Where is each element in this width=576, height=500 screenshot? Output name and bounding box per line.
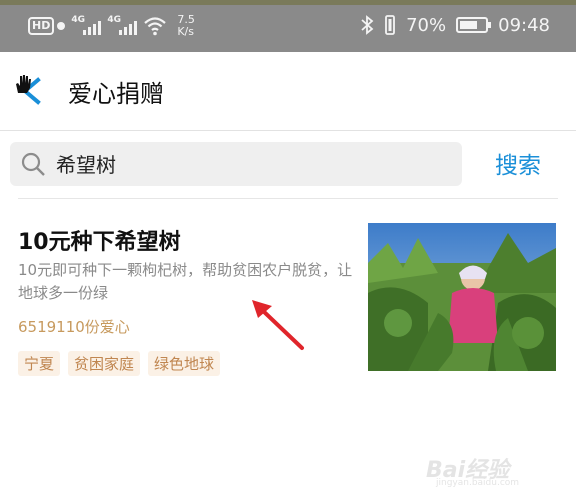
search-button[interactable]: 搜索 bbox=[495, 146, 541, 180]
search-icon bbox=[21, 152, 45, 176]
app-header: 爱心捐赠 bbox=[0, 52, 576, 131]
hand-cursor-icon bbox=[16, 75, 31, 93]
signal-icon-1: 4G bbox=[71, 15, 102, 37]
network-speed-unit: K/s bbox=[177, 25, 194, 38]
vibrate-icon bbox=[385, 15, 396, 35]
tag-list: 宁夏 贫困家庭 绿色地球 bbox=[18, 351, 221, 376]
watermark-url: jingyan.baidu.com bbox=[436, 478, 520, 488]
tag-green: 绿色地球 bbox=[148, 351, 221, 376]
divider bbox=[18, 198, 558, 199]
tag-region: 宁夏 bbox=[18, 351, 61, 376]
bluetooth-icon bbox=[361, 15, 374, 35]
hd-icon: HD bbox=[28, 17, 55, 35]
battery-fill bbox=[460, 21, 478, 29]
battery-icon bbox=[456, 17, 492, 33]
search-box[interactable] bbox=[10, 142, 462, 186]
tag-family: 贫困家庭 bbox=[68, 351, 141, 376]
card-title[interactable]: 10元种下希望树 bbox=[18, 224, 181, 256]
card-image[interactable] bbox=[368, 223, 556, 371]
battery-percent: 70% bbox=[406, 14, 447, 36]
sim-indicator-icon bbox=[57, 22, 66, 30]
clock: 09:48 bbox=[498, 14, 550, 36]
status-bar: HD 4G 4G 7.5 K/s 70% 09:48 bbox=[0, 0, 576, 52]
page-title: 爱心捐赠 bbox=[68, 80, 164, 108]
wifi-icon bbox=[144, 17, 167, 36]
search-input[interactable] bbox=[56, 151, 436, 175]
signal-icon-2: 4G bbox=[107, 15, 138, 37]
network-speed: 7.5 K/s bbox=[177, 14, 195, 38]
status-right: 70% 09:48 bbox=[360, 14, 550, 36]
love-count: 6519110份爱心 bbox=[18, 318, 130, 336]
status-bar-strip bbox=[0, 0, 576, 5]
baidu-watermark: Bai经验 jingyan.baidu.com bbox=[396, 440, 546, 490]
goji-farmer-photo bbox=[368, 223, 556, 371]
status-left: HD 4G 4G 7.5 K/s bbox=[28, 14, 195, 38]
annotation-arrow bbox=[252, 300, 304, 350]
back-button[interactable] bbox=[14, 74, 48, 108]
